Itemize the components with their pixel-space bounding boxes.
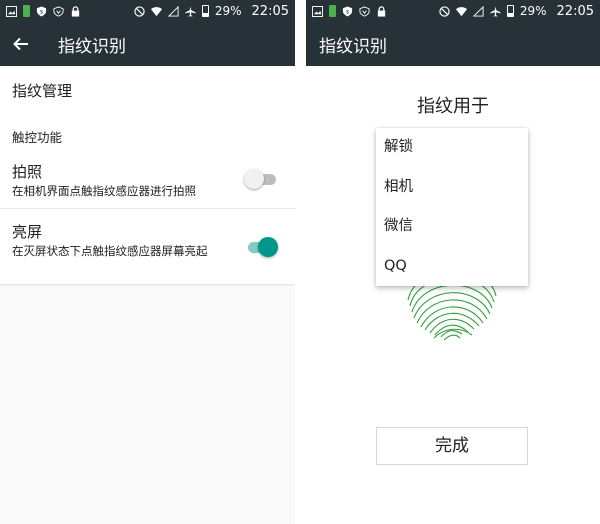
notification-icons: $ <box>312 5 439 17</box>
clock: 22:05 <box>251 3 289 19</box>
settings-screen: $ 29% 22:05 指纹识别 指纹管理 触控功能 拍照 在相机界面点触指纹感… <box>0 0 295 524</box>
dropdown-option-wechat[interactable]: 微信 <box>376 207 528 247</box>
clock: 22:05 <box>556 3 594 19</box>
wifi-icon <box>455 6 467 16</box>
notification-icons: $ <box>6 5 134 17</box>
touch-section-header: 触控功能 <box>0 116 295 146</box>
fingerprint-management-item[interactable]: 指纹管理 <box>0 66 295 116</box>
photo-setting-item[interactable]: 拍照 在相机界面点触指纹感应器进行拍照 <box>0 146 295 209</box>
image-icon <box>6 5 17 17</box>
wifi-icon <box>150 6 162 16</box>
screen-on-subtitle: 在灭屏状态下点触指纹感应器屏幕亮起 <box>12 244 208 258</box>
toolbar: 指纹识别 <box>306 22 600 66</box>
screen-on-setting-item[interactable]: 亮屏 在灭屏状态下点触指纹感应器屏幕亮起 <box>0 209 295 284</box>
airplane-icon <box>185 5 196 17</box>
battery-icon <box>201 5 209 17</box>
settings-card: 指纹管理 触控功能 拍照 在相机界面点触指纹感应器进行拍照 亮屏 在灭屏状态下点… <box>0 66 295 284</box>
battery-percent: 29% <box>214 4 242 18</box>
photo-title: 拍照 <box>12 163 43 181</box>
screen-on-title: 亮屏 <box>12 223 43 241</box>
system-icons: 29% 22:05 <box>134 4 289 19</box>
toolbar: 指纹识别 <box>0 22 295 66</box>
battery-charging-icon <box>329 5 336 17</box>
do-not-disturb-icon <box>439 5 450 17</box>
signal-off-icon <box>472 5 484 17</box>
done-button[interactable]: 完成 <box>376 427 528 465</box>
battery-percent: 29% <box>519 4 547 18</box>
photo-subtitle: 在相机界面点触指纹感应器进行拍照 <box>12 184 196 198</box>
dropdown-option-unlock[interactable]: 解锁 <box>376 128 528 168</box>
fingerprint-use-dropdown: 解锁 相机 微信 QQ <box>376 128 528 286</box>
fingerprint-management-label: 指纹管理 <box>12 82 73 100</box>
shield-icon: $ <box>36 5 47 17</box>
system-icons: 29% 22:05 <box>439 4 594 19</box>
status-bar: $ 29% 22:05 <box>0 0 295 22</box>
lock-icon <box>71 5 80 17</box>
lock-icon <box>377 5 386 17</box>
screen-on-toggle[interactable] <box>244 236 278 258</box>
back-arrow-icon[interactable] <box>12 35 30 53</box>
dropdown-option-qq[interactable]: QQ <box>376 247 528 287</box>
do-not-disturb-icon <box>134 5 145 17</box>
airplane-icon <box>490 5 501 17</box>
shield-outline-icon <box>53 5 64 17</box>
image-icon <box>312 5 323 17</box>
page-title: 指纹识别 <box>58 36 126 57</box>
fingerprint-uses-title: 指纹用于 <box>417 96 489 117</box>
battery-icon <box>506 5 514 17</box>
page-title: 指纹识别 <box>319 36 387 57</box>
section-header-label: 触控功能 <box>12 130 63 145</box>
photo-toggle[interactable] <box>244 168 278 190</box>
svg-text:$: $ <box>40 9 44 15</box>
toggle-knob <box>258 237 278 257</box>
signal-off-icon <box>167 5 179 17</box>
battery-charging-icon <box>23 5 30 17</box>
status-bar: $ 29% 22:05 <box>306 0 600 22</box>
fingerprint-uses-screen: $ 29% 22:05 指纹识别 指纹用于 解锁 相机 微信 QQ 完成 <box>306 0 600 524</box>
shield-outline-icon <box>359 5 370 17</box>
shield-icon: $ <box>342 5 353 17</box>
svg-text:$: $ <box>346 9 350 15</box>
toggle-knob <box>244 169 264 189</box>
dropdown-option-camera[interactable]: 相机 <box>376 168 528 208</box>
